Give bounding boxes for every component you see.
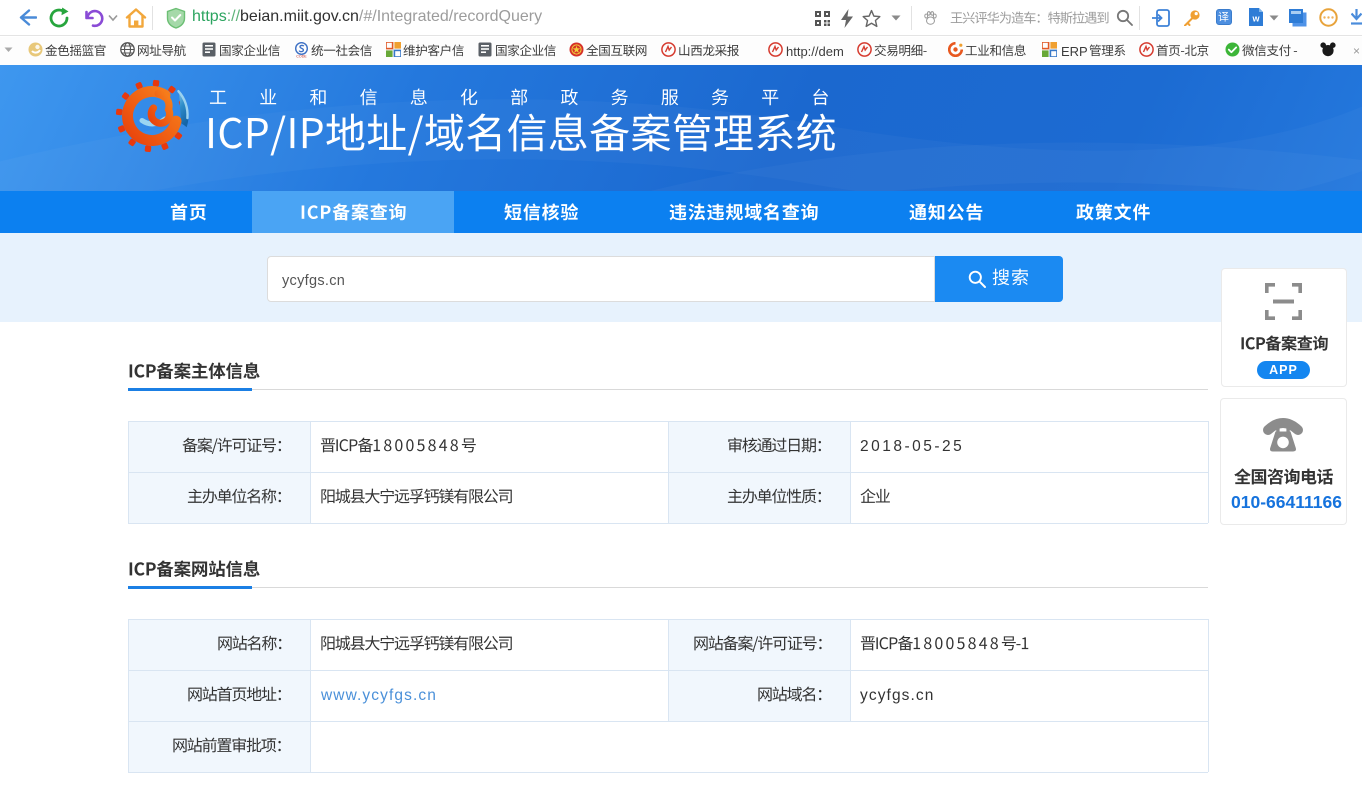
svg-text:CODE: CODE	[296, 55, 307, 59]
svg-text:w: w	[1251, 14, 1260, 24]
